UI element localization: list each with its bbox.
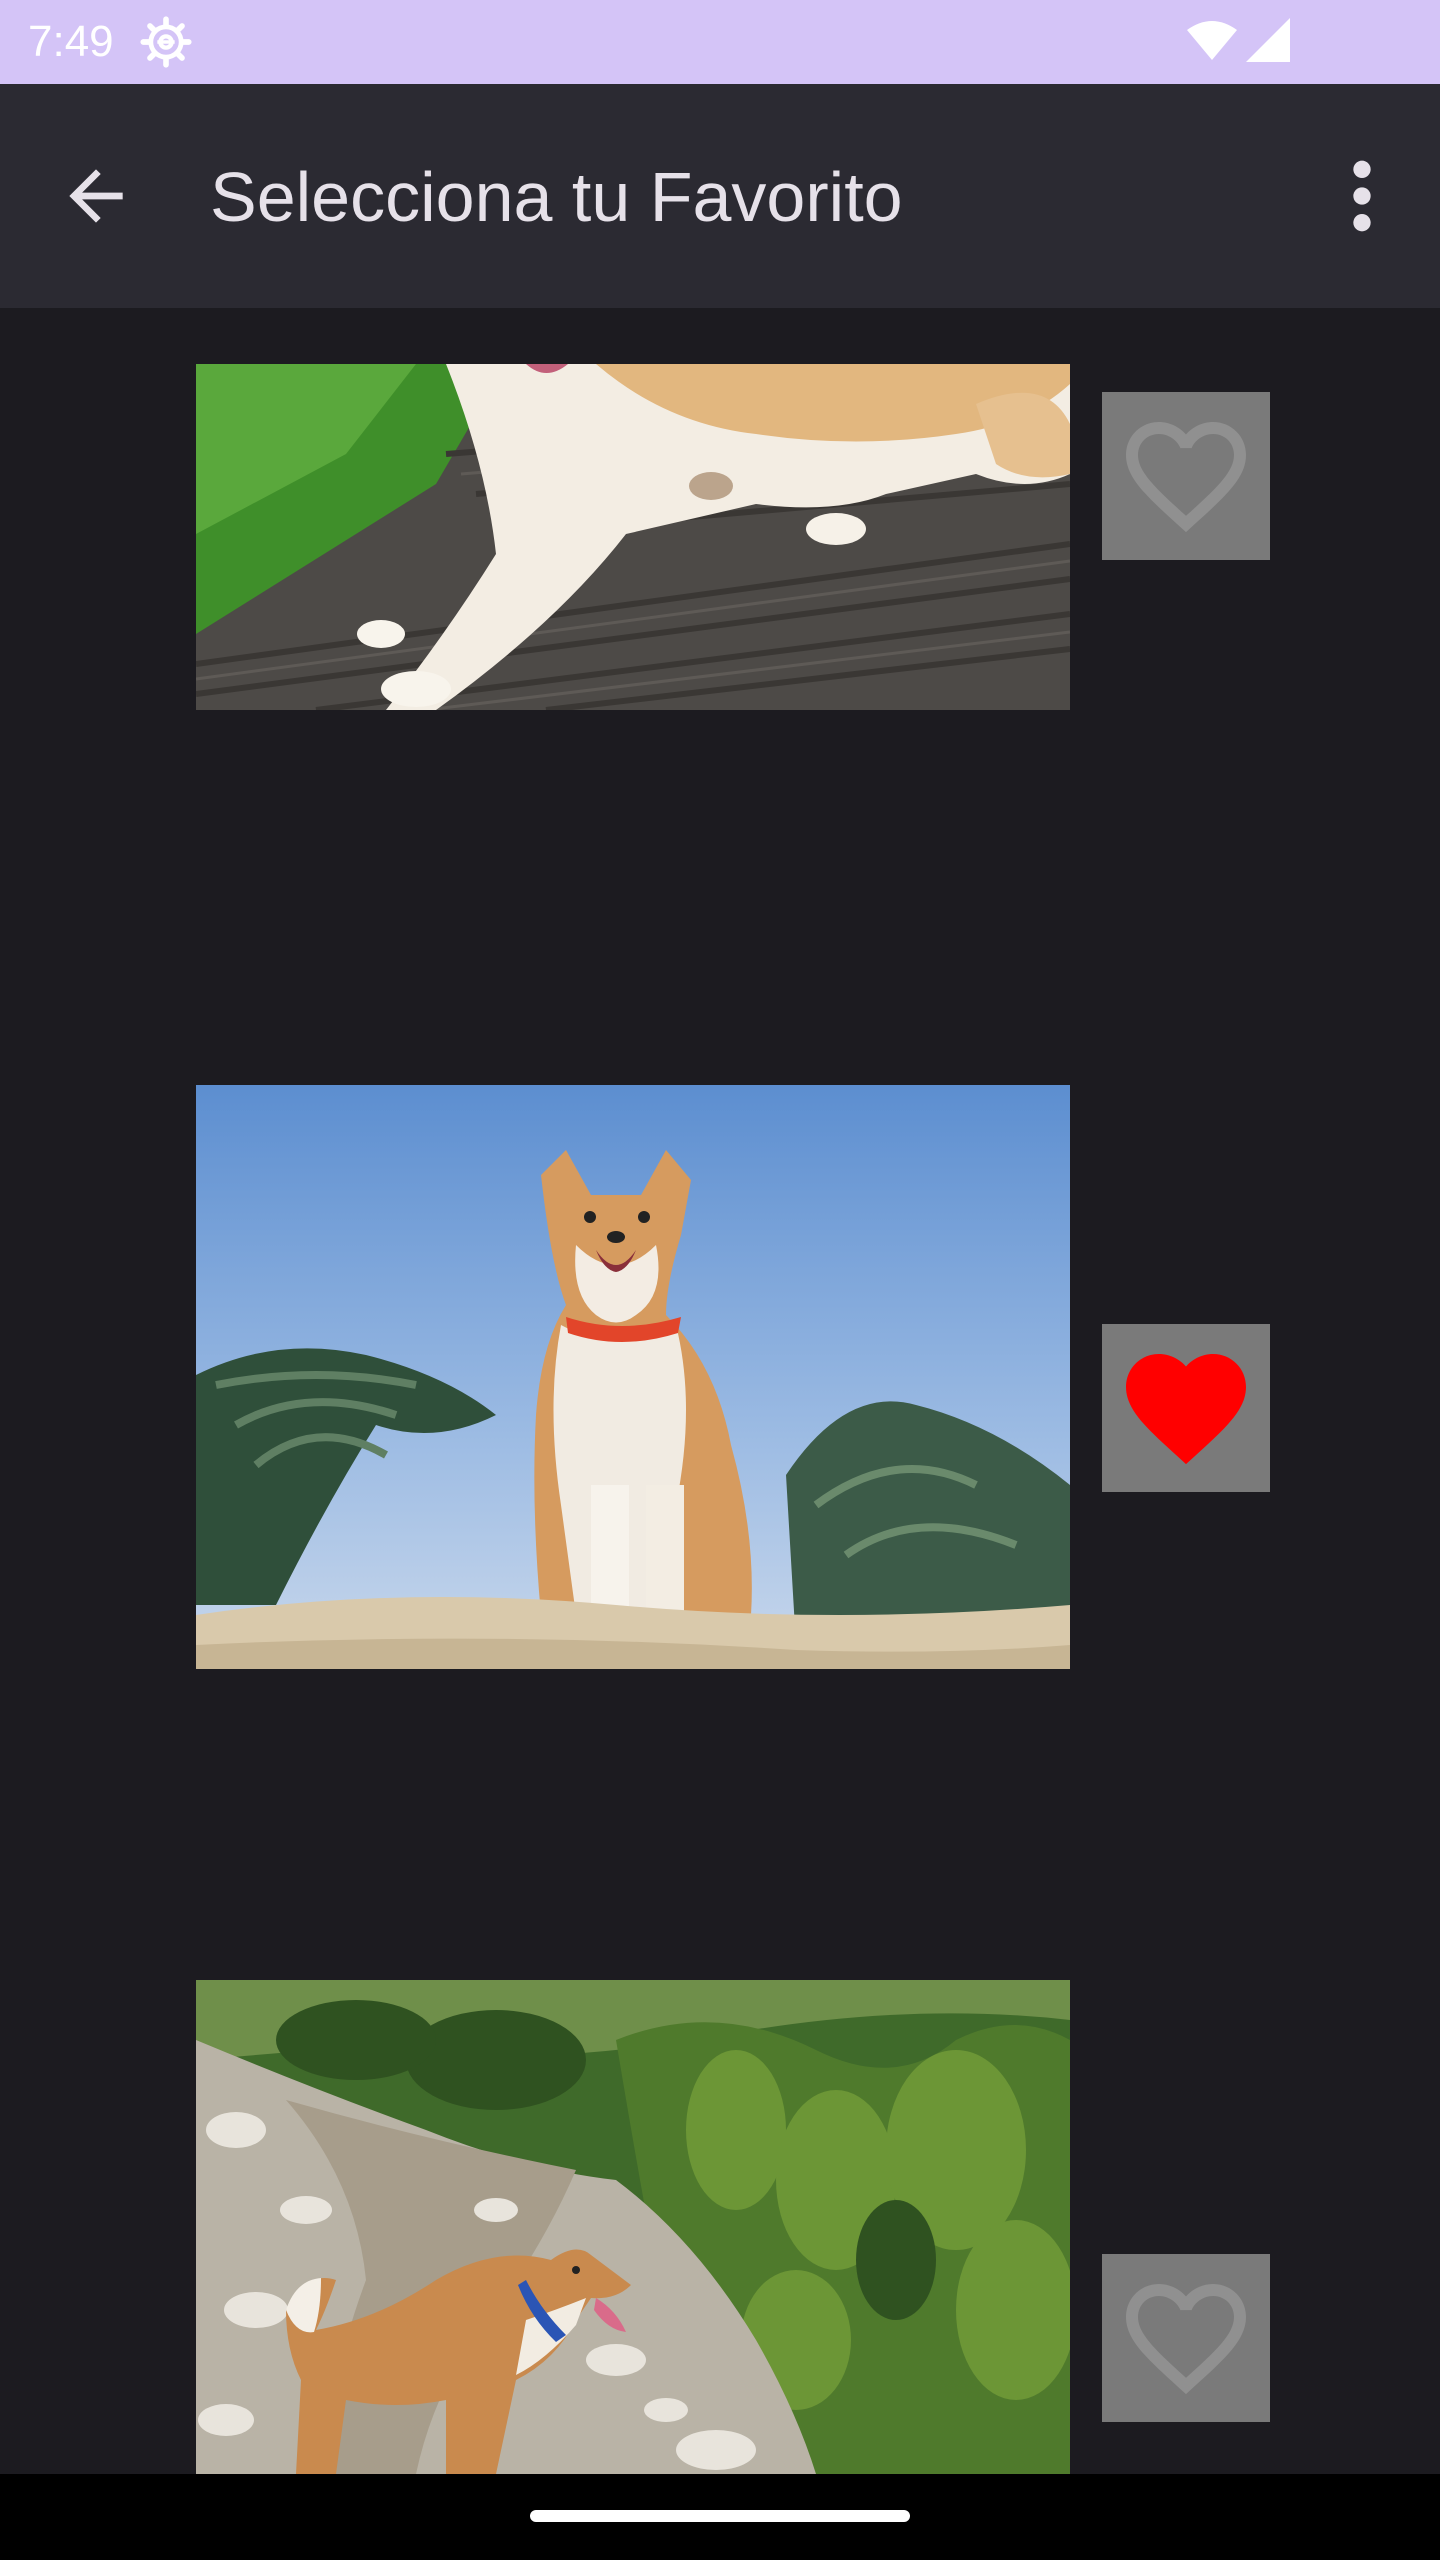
gear-icon: [140, 16, 192, 68]
heart-outline-icon: [1126, 422, 1246, 533]
app-bar: Selecciona tu Favorito: [0, 84, 1440, 308]
favorites-list[interactable]: [0, 308, 1440, 2474]
gesture-handle[interactable]: [530, 2510, 910, 2522]
favorite-toggle-1[interactable]: [1102, 392, 1270, 560]
status-bar: 7:49: [0, 0, 1440, 84]
akita-trail-image: [196, 1980, 1070, 2474]
heart-filled-icon: [1126, 1354, 1246, 1465]
favorite-toggle-2[interactable]: [1102, 1324, 1270, 1492]
status-time: 7:49: [28, 17, 114, 66]
akita-standing-image: [196, 1085, 1070, 1669]
favorite-toggle-3[interactable]: [1102, 2254, 1270, 2422]
heart-outline-icon: [1126, 2284, 1246, 2395]
akita-lying-image: [196, 364, 1070, 710]
cellular-signal-icon: [1246, 18, 1290, 62]
dog-photo-2[interactable]: [196, 1085, 1070, 1669]
navigation-bar: [0, 2474, 1440, 2560]
back-arrow-icon[interactable]: [56, 156, 136, 236]
dog-photo-3[interactable]: [196, 1980, 1070, 2474]
page-title: Selecciona tu Favorito: [210, 158, 903, 236]
dog-photo-1[interactable]: [196, 364, 1070, 710]
wifi-icon: [1187, 21, 1237, 60]
more-vert-icon[interactable]: [1332, 156, 1392, 236]
